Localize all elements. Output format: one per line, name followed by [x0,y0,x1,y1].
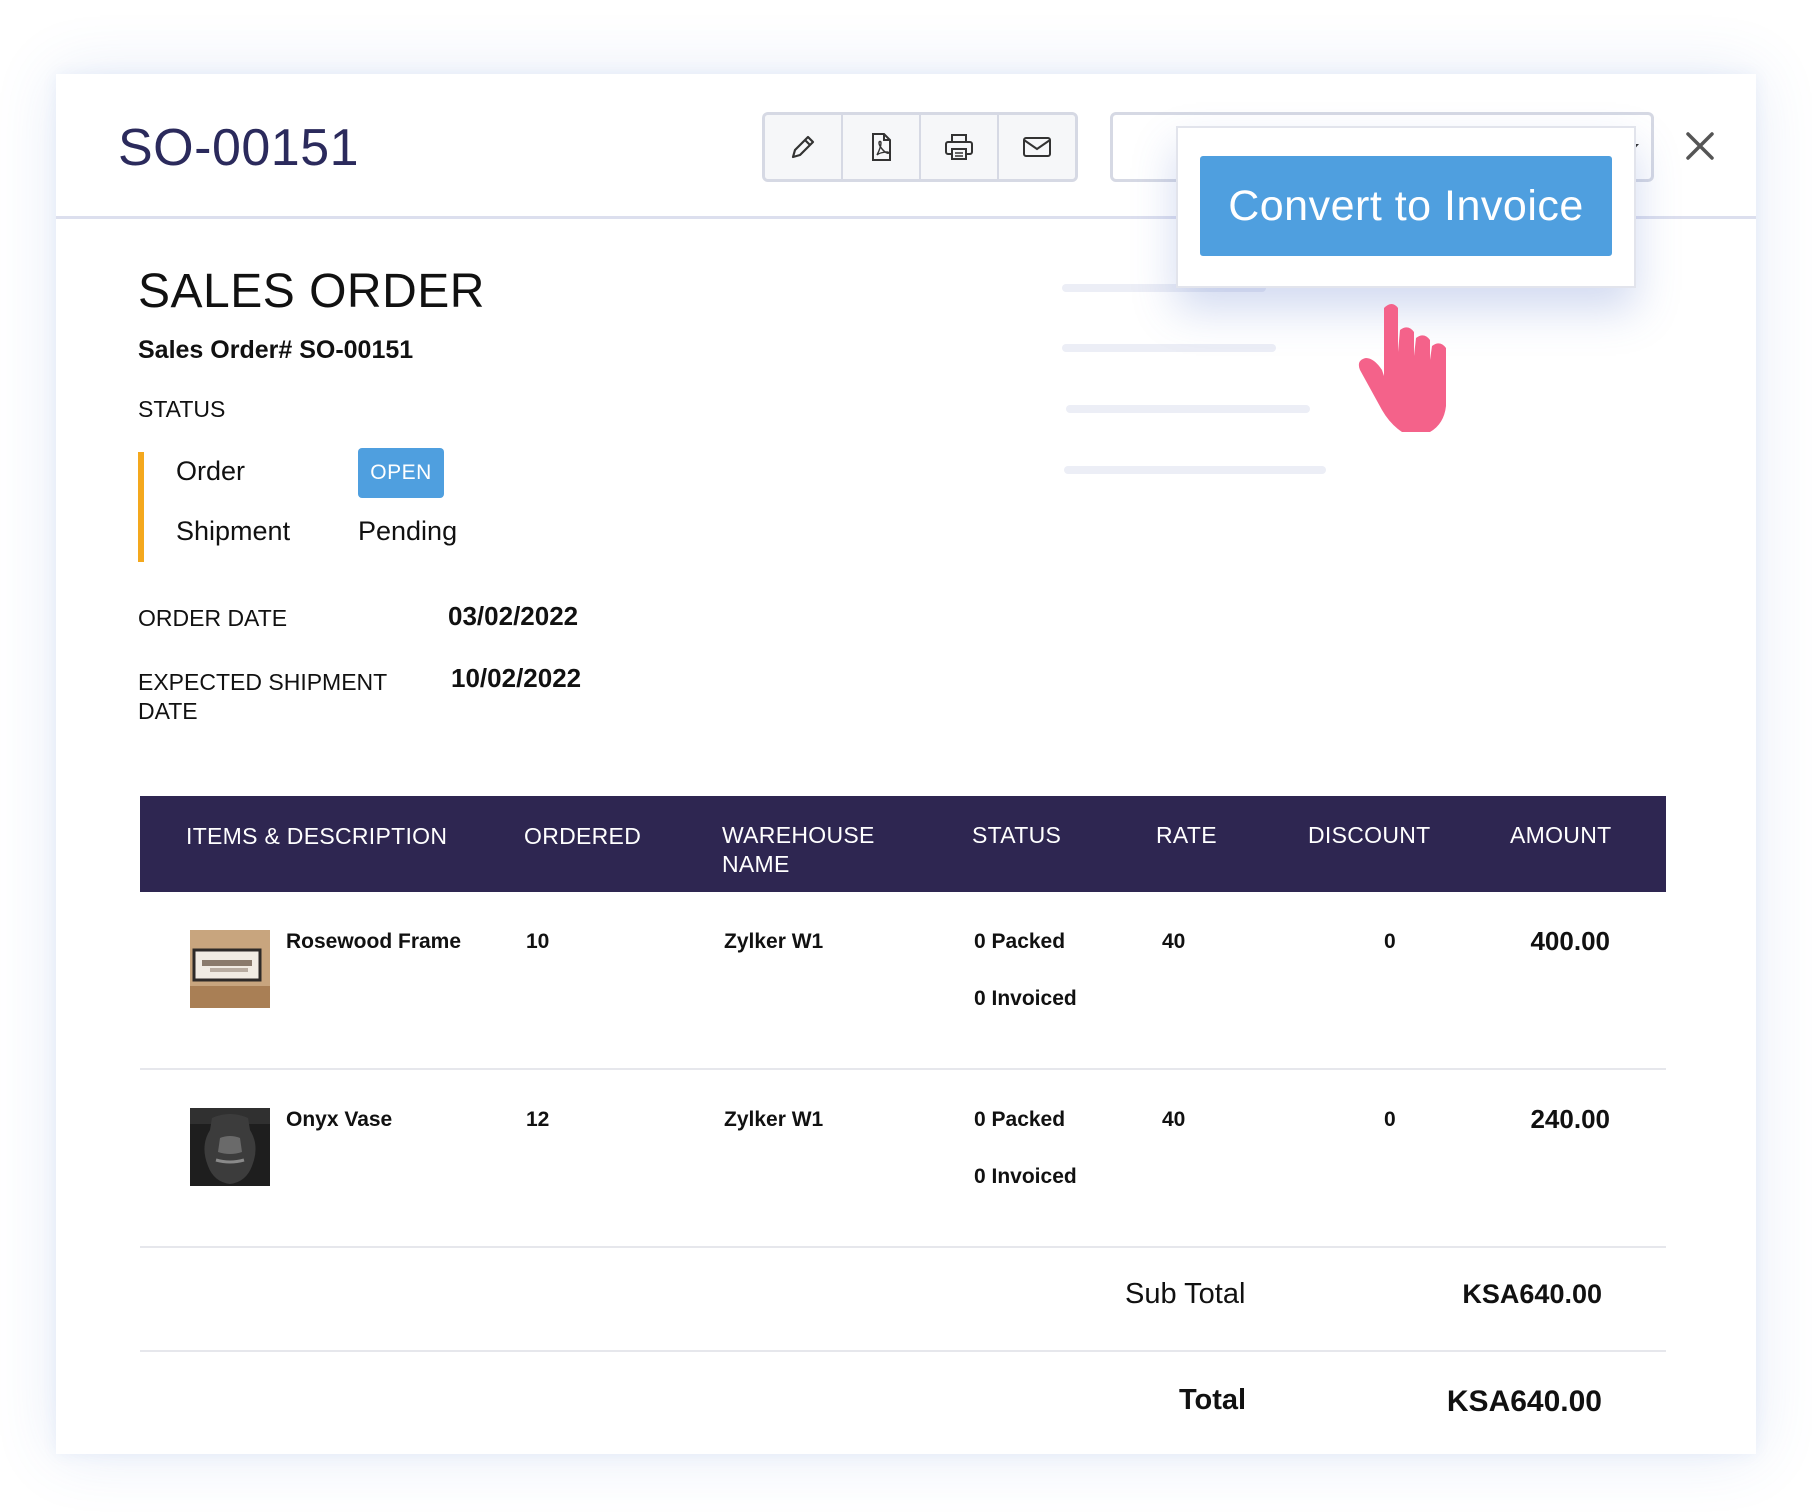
expected-shipment-label-line: DATE [138,698,198,724]
column-header-discount: DISCOUNT [1308,822,1431,848]
print-button[interactable] [921,115,999,179]
item-amount: 400.00 [1530,926,1610,956]
column-header-status: STATUS [972,822,1062,848]
item-thumbnail-rosewood-frame [190,930,270,1008]
convert-popover: Convert to Invoice [1176,126,1636,288]
order-date-value: 03/02/2022 [448,601,579,631]
order-date-label: ORDER DATE [138,605,288,631]
item-amount: 240.00 [1530,1104,1610,1134]
shipment-status-value: Pending [358,516,458,546]
item-name[interactable]: Rosewood Frame [286,930,461,954]
page-title: SO-00151 [118,119,360,177]
item-discount: 0 [1384,930,1396,953]
pdf-icon [872,133,891,161]
table-header: ITEMS & DESCRIPTION ORDERED WAREHOUSE NA… [140,796,1666,892]
item-warehouse: Zylker W1 [724,1108,824,1131]
skeleton-line [1062,344,1276,352]
total-value: KSA640.00 [1446,1385,1602,1418]
item-invoiced-status: 0 Invoiced [974,987,1077,1010]
subtotal-label: Sub Total [1125,1278,1246,1310]
column-header-items: ITEMS & DESCRIPTION [186,823,448,849]
item-packed-status: 0 Packed [974,1108,1066,1131]
pointing-hand-icon [1358,304,1446,432]
convert-to-invoice-button[interactable]: Convert to Invoice [1200,156,1612,256]
column-header-ordered: ORDERED [524,823,642,849]
status-heading: STATUS [138,396,226,422]
expected-shipment-value: 10/02/2022 [451,663,582,693]
row-divider [140,1350,1666,1352]
column-header-warehouse-line: NAME [722,851,790,877]
item-rate: 40 [1162,1108,1186,1131]
item-ordered: 10 [526,930,550,953]
skeleton-line [1064,466,1326,474]
table-row[interactable]: Onyx Vase 12 Zylker W1 0 Packed 0 Invoic… [140,1070,1666,1246]
mail-icon [1023,137,1051,157]
item-invoiced-status: 0 Invoiced [974,1165,1077,1188]
item-discount: 0 [1384,1108,1396,1131]
item-rate: 40 [1162,930,1186,953]
item-packed-status: 0 Packed [974,930,1066,953]
pdf-button[interactable] [843,115,921,179]
action-toolbar [762,112,1078,182]
sales-order-number: Sales Order# SO-00151 [138,336,414,364]
pencil-icon [791,135,815,159]
item-name[interactable]: Onyx Vase [286,1108,392,1132]
sales-order-panel: SO-00151 SALES ORDER Sales Order# SO-001… [56,74,1756,1454]
row-divider [140,1246,1666,1248]
close-icon [1686,132,1714,160]
expected-shipment-label: EXPECTED SHIPMENT DATE [138,668,387,726]
printer-icon [945,134,973,160]
skeleton-line [1066,405,1310,413]
column-header-warehouse: WAREHOUSE NAME [722,821,875,879]
expected-shipment-label-line: EXPECTED SHIPMENT [138,669,388,695]
edit-button[interactable] [765,115,843,179]
column-header-warehouse-line: WAREHOUSE [722,822,875,848]
status-accent-bar [138,452,144,562]
status-badge: OPEN [358,448,444,498]
item-warehouse: Zylker W1 [724,930,824,953]
column-header-rate: RATE [1156,822,1217,848]
column-header-amount: AMOUNT [1510,822,1612,848]
email-button[interactable] [999,115,1075,179]
close-button[interactable] [1680,126,1720,166]
item-thumbnail-onyx-vase [190,1108,270,1186]
order-status-label: Order [176,456,246,486]
total-label: Total [1179,1384,1247,1416]
subtotal-value: KSA640.00 [1462,1279,1602,1309]
document-heading: SALES ORDER [138,265,485,318]
item-ordered: 12 [526,1108,550,1131]
shipment-status-label: Shipment [176,516,291,546]
table-row[interactable]: Rosewood Frame 10 Zylker W1 0 Packed 0 I… [140,892,1666,1068]
